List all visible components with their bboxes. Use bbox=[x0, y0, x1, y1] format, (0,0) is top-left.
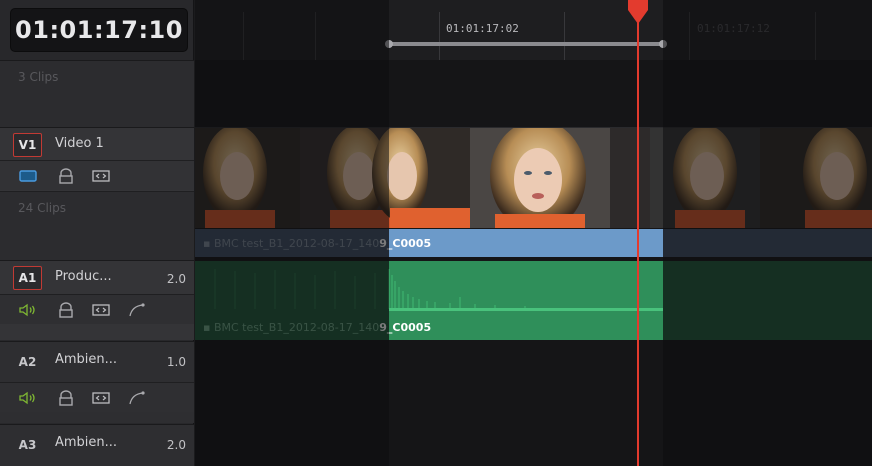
ruler-tick bbox=[439, 12, 440, 60]
track-controls-a2 bbox=[0, 382, 194, 412]
clips-count-v1: 24 Clips bbox=[18, 201, 66, 215]
clips-summary-v1: 24 Clips bbox=[0, 191, 194, 260]
track-level-a1: 2.0 bbox=[166, 272, 186, 286]
track-header-panel: 01:01:17:10 3 Clips V1 Video 1 24 Clips … bbox=[0, 0, 194, 466]
video-clip-label: ▪ BMC test_B1_2012-08-17_1409_C0005 bbox=[203, 237, 432, 250]
audio-clip-label: ▪ BMC test_B1_2012-08-17_1409_C0005 bbox=[203, 321, 432, 334]
track-header-v1[interactable]: V1 Video 1 24 Clips bbox=[0, 127, 194, 260]
audio-clip-label-prefix: BMC test_B1_2012-08-17_140 bbox=[213, 321, 380, 334]
audio-clip-label-suffix: 9_C0005 bbox=[379, 321, 432, 334]
auto-select-icon[interactable] bbox=[91, 302, 111, 318]
thumbnail-strip bbox=[195, 128, 872, 228]
track-badge-a3[interactable]: A3 bbox=[13, 433, 42, 457]
track-name-a1[interactable]: Produc... bbox=[55, 269, 112, 284]
in-point-handle[interactable] bbox=[385, 40, 393, 48]
auto-select-icon[interactable] bbox=[91, 390, 111, 406]
in-out-range-bar[interactable] bbox=[388, 42, 663, 46]
track-header-a2[interactable]: A2 Ambien... 1.0 bbox=[0, 341, 194, 423]
lock-icon[interactable] bbox=[56, 168, 76, 184]
audio-waveform bbox=[214, 269, 663, 311]
clips-count-label: 3 Clips bbox=[18, 70, 59, 84]
lock-icon[interactable] bbox=[56, 302, 76, 318]
track-badge-a2[interactable]: A2 bbox=[13, 350, 42, 374]
lock-icon[interactable] bbox=[56, 390, 76, 406]
track-level-a3: 2.0 bbox=[166, 438, 186, 452]
timecode-ruler[interactable]: 01:01:17:02 01:01:17:12 bbox=[195, 0, 872, 60]
track-controls-v1 bbox=[0, 160, 194, 190]
clips-summary-top: 3 Clips bbox=[0, 60, 194, 127]
thumb-frame-5 bbox=[650, 128, 760, 228]
speaker-icon[interactable] bbox=[18, 302, 38, 318]
video-clip-label-prefix: BMC test_B1_2012-08-17_140 bbox=[213, 237, 380, 250]
thumb-frame-3 bbox=[372, 128, 470, 228]
video-toggle-icon[interactable] bbox=[18, 168, 38, 184]
video-clip-v1[interactable]: ▪ BMC test_B1_2012-08-17_1409_C0005 bbox=[195, 128, 872, 258]
track-header-a1[interactable]: A1 Produc... 2.0 bbox=[0, 260, 194, 340]
video-clip-label-suffix: 9_C0005 bbox=[379, 237, 432, 250]
ruler-tick bbox=[564, 12, 565, 60]
ruler-tick bbox=[689, 12, 690, 60]
track-name-a3[interactable]: Ambien... bbox=[55, 435, 117, 450]
ruler-tick bbox=[815, 12, 816, 60]
track-name-v1[interactable]: Video 1 bbox=[55, 136, 104, 151]
auto-select-icon[interactable] bbox=[91, 168, 111, 184]
curve-icon[interactable] bbox=[127, 302, 147, 318]
audio-clip-a1[interactable]: ▪ BMC test_B1_2012-08-17_1409_C0005 bbox=[195, 261, 872, 341]
ruler-timecode-left: 01:01:17:02 bbox=[446, 22, 519, 35]
thumb-frame-1 bbox=[195, 128, 300, 228]
thumb-frame-6 bbox=[760, 128, 872, 228]
track-header-a3[interactable]: A3 Ambien... 2.0 bbox=[0, 424, 194, 466]
clip-thumbnails bbox=[195, 128, 872, 228]
track-level-a2: 1.0 bbox=[166, 355, 186, 369]
thumb-frame-4 bbox=[470, 128, 650, 228]
track-controls-a1 bbox=[0, 294, 194, 324]
ruler-timecode-right: 01:01:17:12 bbox=[697, 22, 770, 35]
ruler-tick bbox=[315, 12, 316, 60]
curve-icon[interactable] bbox=[127, 390, 147, 406]
track-name-a2[interactable]: Ambien... bbox=[55, 352, 117, 367]
timeline-area[interactable]: 01:01:17:02 01:01:17:12 ▪ BMC test_B1_20… bbox=[195, 0, 872, 466]
playhead-marker-icon[interactable] bbox=[627, 0, 649, 26]
speaker-icon[interactable] bbox=[18, 390, 38, 406]
ruler-tick bbox=[243, 12, 244, 60]
track-badge-a1[interactable]: A1 bbox=[13, 266, 42, 290]
out-point-handle[interactable] bbox=[659, 40, 667, 48]
playhead-line[interactable] bbox=[637, 14, 639, 466]
track-badge-v1[interactable]: V1 bbox=[13, 133, 42, 157]
timecode-display[interactable]: 01:01:17:10 bbox=[10, 8, 188, 52]
